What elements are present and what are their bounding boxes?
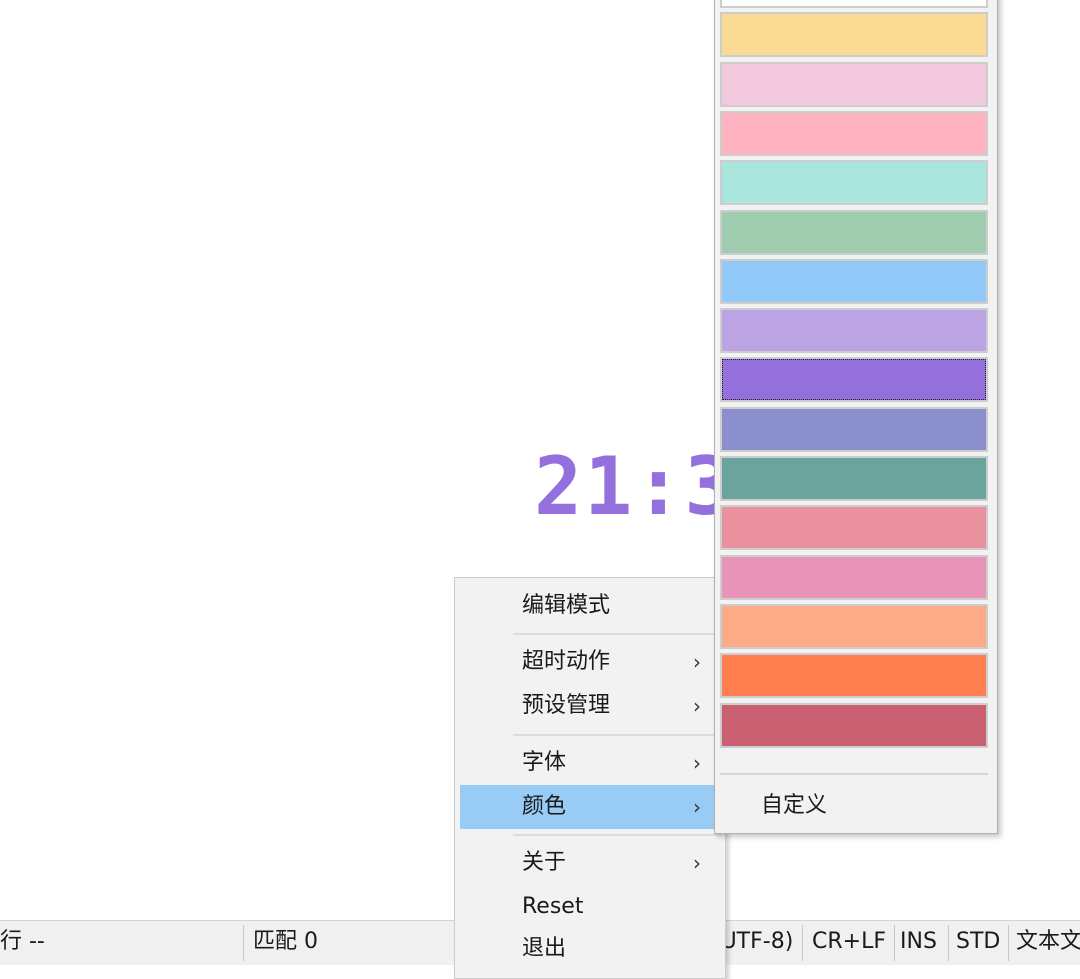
color-swatch[interactable] (720, 702, 988, 748)
status-match: 匹配 0 (253, 929, 318, 954)
context-menu: 编辑模式 超时动作 › 预设管理 › 字体 › 颜色 › 关于 › Reset … (454, 577, 726, 979)
menu-item-custom-color[interactable]: 自定义 (720, 784, 988, 828)
menu-item-timeout-action[interactable]: 超时动作 › (460, 640, 714, 684)
menu-item-preset-manage[interactable]: 预设管理 › (460, 684, 714, 728)
color-swatch[interactable] (720, 209, 988, 255)
menu-item-reset[interactable]: Reset (460, 885, 714, 929)
color-swatch[interactable] (720, 61, 988, 107)
status-divider (948, 925, 949, 961)
status-eol: CR+LF (812, 929, 886, 954)
color-swatch[interactable] (720, 12, 988, 58)
menu-item-label: 超时动作 (522, 649, 611, 674)
menu-item-label: 关于 (522, 850, 567, 875)
color-submenu: 自定义 (714, 0, 998, 834)
chevron-right-icon: › (693, 694, 701, 718)
menu-separator (513, 633, 721, 635)
menu-item-color[interactable]: 颜色 › (460, 785, 714, 829)
color-swatch[interactable] (720, 258, 988, 304)
color-swatch[interactable] (720, 357, 988, 403)
color-swatch[interactable] (720, 505, 988, 551)
color-swatch[interactable] (720, 110, 988, 156)
menu-item-exit[interactable]: 退出 (460, 927, 714, 971)
menu-item-about[interactable]: 关于 › (460, 841, 714, 885)
status-divider (894, 925, 895, 961)
menu-separator (513, 834, 721, 836)
menu-item-label: 编辑模式 (522, 593, 611, 618)
menu-item-label: Reset (522, 894, 584, 919)
status-divider (243, 925, 244, 961)
chevron-right-icon: › (693, 751, 701, 775)
menu-item-label: 退出 (522, 936, 567, 961)
color-swatch[interactable] (720, 0, 988, 8)
status-line: 行 -- (0, 929, 45, 954)
menu-item-label: 预设管理 (522, 693, 611, 718)
chevron-right-icon: › (693, 795, 701, 819)
chevron-right-icon: › (693, 851, 701, 875)
menu-item-label: 颜色 (522, 794, 567, 819)
status-std: STD (956, 929, 1001, 954)
menu-separator (720, 773, 988, 775)
status-filetype: 文本文 (1016, 929, 1080, 954)
color-swatch[interactable] (720, 308, 988, 354)
menu-item-label: 字体 (522, 750, 567, 775)
status-divider (802, 925, 803, 961)
color-swatch[interactable] (720, 603, 988, 649)
color-swatch[interactable] (720, 160, 988, 206)
color-swatch[interactable] (720, 554, 988, 600)
menu-item-edit-mode[interactable]: 编辑模式 (460, 584, 714, 628)
chevron-right-icon: › (693, 650, 701, 674)
status-ins: INS (900, 929, 937, 954)
color-swatch[interactable] (720, 406, 988, 452)
color-swatch[interactable] (720, 653, 988, 699)
menu-item-label: 自定义 (761, 793, 828, 818)
color-swatch[interactable] (720, 456, 988, 501)
menu-separator (513, 734, 721, 736)
status-divider (1008, 925, 1009, 961)
menu-item-font[interactable]: 字体 › (460, 741, 714, 785)
